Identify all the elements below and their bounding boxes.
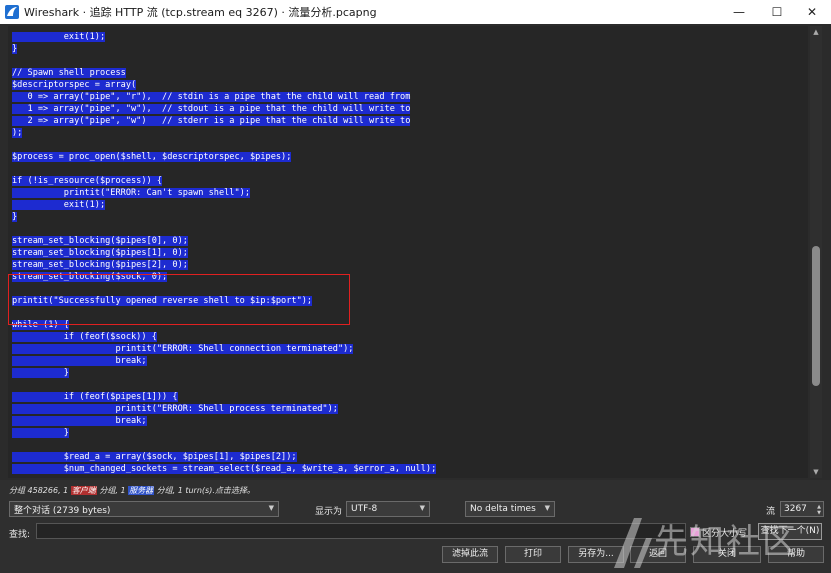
code-line: break; xyxy=(12,415,436,427)
code-line: } xyxy=(12,211,436,223)
scrollbar-thumb[interactable] xyxy=(812,246,820,386)
scroll-up-icon[interactable]: ▲ xyxy=(810,26,822,38)
find-label: 查找: xyxy=(9,530,31,540)
code-line-text: break; xyxy=(12,416,147,426)
code-line: } xyxy=(12,367,436,379)
code-line-text: ); xyxy=(12,128,23,138)
code-line-text: stream_set_blocking($pipes[1], 0); xyxy=(12,248,188,258)
stats-text: 分组, 1 turn(s).点击选择。 xyxy=(154,486,255,495)
code-line-text: // Spawn shell process xyxy=(12,68,126,78)
watermark: 先知社区 xyxy=(610,510,830,573)
code-line-text: exit(1); xyxy=(12,32,106,42)
delta-value: No delta times xyxy=(470,504,536,514)
vertical-scrollbar[interactable]: ▲ ▼ xyxy=(810,26,822,478)
code-line-text: printit("ERROR: Shell connection termina… xyxy=(12,344,354,354)
code-line-text: } xyxy=(12,44,18,54)
stats-text: 分组, 1 xyxy=(96,486,129,495)
code-line-text: 2 => array("pipe", "w") // stderr is a p… xyxy=(12,116,411,126)
code-line: stream_set_blocking($pipes[2], 0); xyxy=(12,259,436,271)
code-line-text: $read_a = array($sock, $pipes[1], $pipes… xyxy=(12,452,297,462)
code-line: 2 => array("pipe", "w") // stderr is a p… xyxy=(12,115,436,127)
title-bar: Wireshark · 追踪 HTTP 流 (tcp.stream eq 326… xyxy=(0,0,831,24)
code-line: } xyxy=(12,427,436,439)
code-line: exit(1); xyxy=(12,31,436,43)
code-line-text: exit(1); xyxy=(12,200,106,210)
code-line: $process = proc_open($shell, $descriptor… xyxy=(12,151,436,163)
code-line-text: 1 => array("pipe", "w"), // stdout is a … xyxy=(12,104,411,114)
chevron-down-icon: ▼ xyxy=(544,504,550,512)
conversation-select[interactable]: 整个对话 (2739 bytes) ▼ xyxy=(9,501,279,517)
code-line: 1 => array("pipe", "w"), // stdout is a … xyxy=(12,103,436,115)
code-line: exit(1); xyxy=(12,199,436,211)
code-line-text: $num_changed_sockets = stream_select($re… xyxy=(12,464,437,474)
delta-time-select[interactable]: No delta times ▼ xyxy=(465,501,555,517)
server-badge[interactable]: 服务器 xyxy=(128,486,155,495)
code-line: stream_set_blocking($pipes[1], 0); xyxy=(12,247,436,259)
find-input[interactable] xyxy=(36,523,686,539)
code-line: $read_a = array($sock, $pipes[1], $pipes… xyxy=(12,451,436,463)
code-line-text: if (feof($pipes[1])) { xyxy=(12,392,178,402)
scroll-down-icon[interactable]: ▼ xyxy=(810,466,822,478)
code-line-text: if (feof($sock)) { xyxy=(12,332,157,342)
stream-content-view[interactable]: exit(1);} // Spawn shell process $descript… xyxy=(8,26,808,478)
code-line-text: } xyxy=(12,428,69,438)
encoding-value: UTF-8 xyxy=(351,504,378,514)
window-title: Wireshark · 追踪 HTTP 流 (tcp.stream eq 326… xyxy=(24,6,377,19)
code-line: // Spawn shell process xyxy=(12,67,436,79)
filter-out-stream-button[interactable]: 滤掉此流 xyxy=(442,546,498,563)
wireshark-fin-icon xyxy=(5,5,19,19)
print-button[interactable]: 打印 xyxy=(505,546,561,563)
minimize-button[interactable]: — xyxy=(720,0,758,24)
code-line: break; xyxy=(12,355,436,367)
packet-stats: 分组 458266, 1 客户端 分组, 1 服务器 分组, 1 turn(s)… xyxy=(9,485,255,496)
code-line-text: break; xyxy=(12,356,147,366)
code-line: stream_set_blocking($pipes[0], 0); xyxy=(12,235,436,247)
code-line: } xyxy=(12,43,436,55)
code-line: $descriptorspec = array( xyxy=(12,79,436,91)
watermark-logo-icon xyxy=(614,518,652,568)
close-window-button[interactable]: ✕ xyxy=(793,0,831,24)
code-line-text: } xyxy=(12,212,18,222)
encoding-select[interactable]: UTF-8 ▼ xyxy=(346,501,430,517)
conversation-value: 整个对话 (2739 bytes) xyxy=(14,505,111,516)
code-line-text: $process = proc_open($shell, $descriptor… xyxy=(12,152,292,162)
code-line: ); xyxy=(12,127,436,139)
code-line-text: printit("ERROR: Can't spawn shell"); xyxy=(12,188,250,198)
stream-text: exit(1);} // Spawn shell process $descript… xyxy=(12,31,437,475)
watermark-text: 先知社区 xyxy=(654,522,798,562)
code-line: 0 => array("pipe", "r"), // stdin is a p… xyxy=(12,91,436,103)
code-line-text: stream_set_blocking($pipes[2], 0); xyxy=(12,260,188,270)
maximize-button[interactable]: ☐ xyxy=(758,0,796,24)
code-line-text: printit("ERROR: Shell process terminated… xyxy=(12,404,338,414)
code-line: printit("ERROR: Shell connection termina… xyxy=(12,343,436,355)
code-line-text: 0 => array("pipe", "r"), // stdin is a p… xyxy=(12,92,411,102)
code-line: if (feof($pipes[1])) { xyxy=(12,391,436,403)
stats-text: 分组 458266, 1 xyxy=(9,486,71,495)
code-line: if (!is_resource($process)) { xyxy=(12,175,436,187)
code-line-text: } xyxy=(12,368,69,378)
code-line: printit("ERROR: Can't spawn shell"); xyxy=(12,187,436,199)
code-line-text: stream_set_blocking($pipes[0], 0); xyxy=(12,236,188,246)
chevron-down-icon: ▼ xyxy=(419,504,425,512)
code-line-text: if (!is_resource($process)) { xyxy=(12,176,163,186)
highlight-annotation-box xyxy=(8,274,350,325)
code-line: if (feof($sock)) { xyxy=(12,331,436,343)
chevron-down-icon: ▼ xyxy=(268,504,274,512)
code-line: printit("ERROR: Shell process terminated… xyxy=(12,403,436,415)
client-badge[interactable]: 客户端 xyxy=(70,486,97,495)
display-as-label: 显示为 xyxy=(315,507,343,517)
code-line-text: $descriptorspec = array( xyxy=(12,80,137,90)
code-line: $num_changed_sockets = stream_select($re… xyxy=(12,463,437,475)
